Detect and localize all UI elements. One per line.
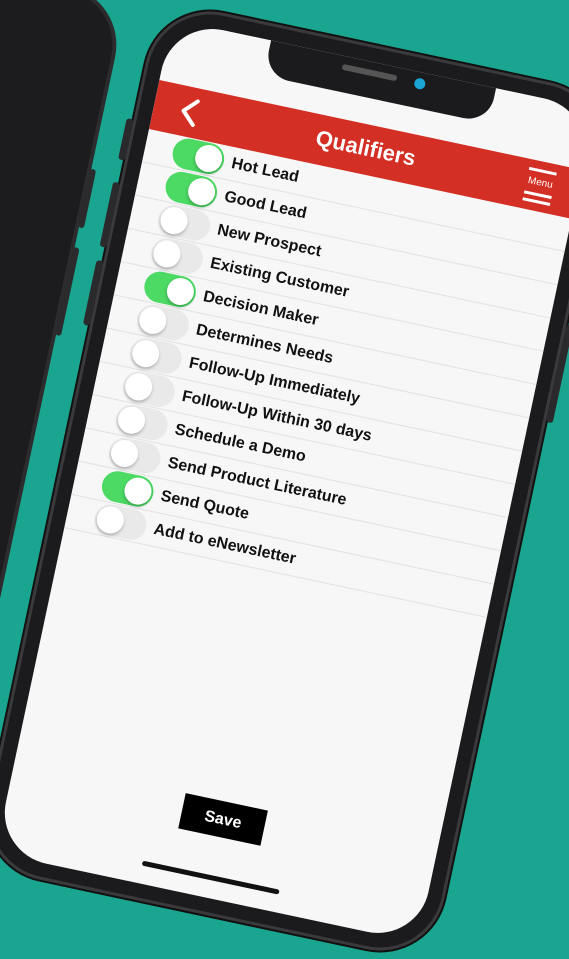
camera-icon	[413, 77, 427, 91]
home-indicator[interactable]	[141, 860, 280, 895]
hamburger-icon	[522, 197, 551, 206]
speaker-grille	[341, 63, 398, 82]
toggle-knob	[122, 370, 155, 403]
volume-down-button	[82, 259, 104, 326]
toggle-knob	[94, 503, 127, 536]
qualifier-list: Hot Lead Good Lead New Prospect Existing Cu…	[64, 128, 569, 618]
hamburger-icon	[528, 166, 557, 176]
phone-side-button	[77, 168, 97, 229]
toggle-knob	[192, 142, 225, 175]
toggle-knob	[164, 275, 197, 308]
toggle-knob	[108, 437, 141, 470]
mute-switch	[118, 118, 134, 161]
toggle-knob	[121, 475, 154, 508]
toggle-knob	[157, 204, 190, 237]
volume-up-button	[99, 181, 121, 248]
save-button[interactable]: Save	[178, 793, 268, 846]
toggle-knob	[185, 175, 218, 208]
stage: Qualifiers Menu Hot Lead Good Lead New Pro…	[0, 0, 569, 959]
toggle-knob	[150, 237, 183, 270]
toggle-knob	[115, 404, 148, 437]
phone-side-button	[55, 246, 80, 337]
toggle-knob	[136, 304, 169, 337]
power-button	[545, 324, 569, 424]
toggle-knob	[129, 337, 162, 370]
menu-button[interactable]: Menu	[516, 164, 563, 209]
